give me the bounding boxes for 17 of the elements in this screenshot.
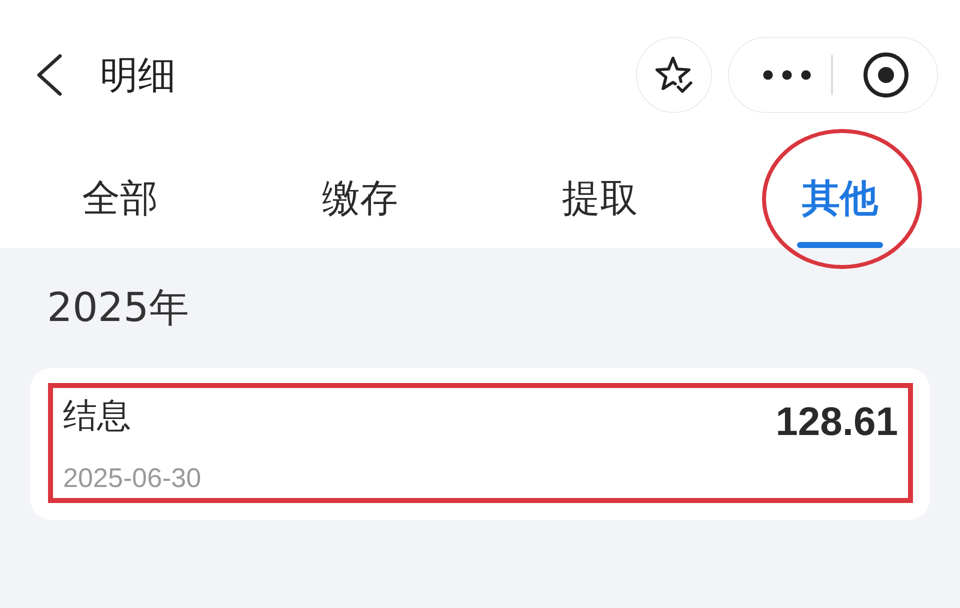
page-title: 明细 [100,52,176,98]
close-button[interactable] [862,52,908,98]
more-button[interactable] [763,70,811,80]
record-title: 结息 [63,396,131,438]
record-amount: 128.61 [776,400,898,444]
target-icon [862,52,908,98]
tab[interactable]: 提取 [542,150,658,248]
year-heading: 2025年 [47,284,189,332]
star-check-icon [654,55,694,95]
tab[interactable]: 缴存 [302,150,418,248]
tab[interactable]: 全部 [62,150,178,248]
back-icon [35,54,63,96]
more-icon [763,70,811,80]
record-card[interactable]: 结息 128.61 2025-06-30 [30,368,930,520]
back-button[interactable] [34,53,64,97]
tab[interactable]: 其他 [777,150,903,248]
record-date: 2025-06-30 [63,462,202,495]
